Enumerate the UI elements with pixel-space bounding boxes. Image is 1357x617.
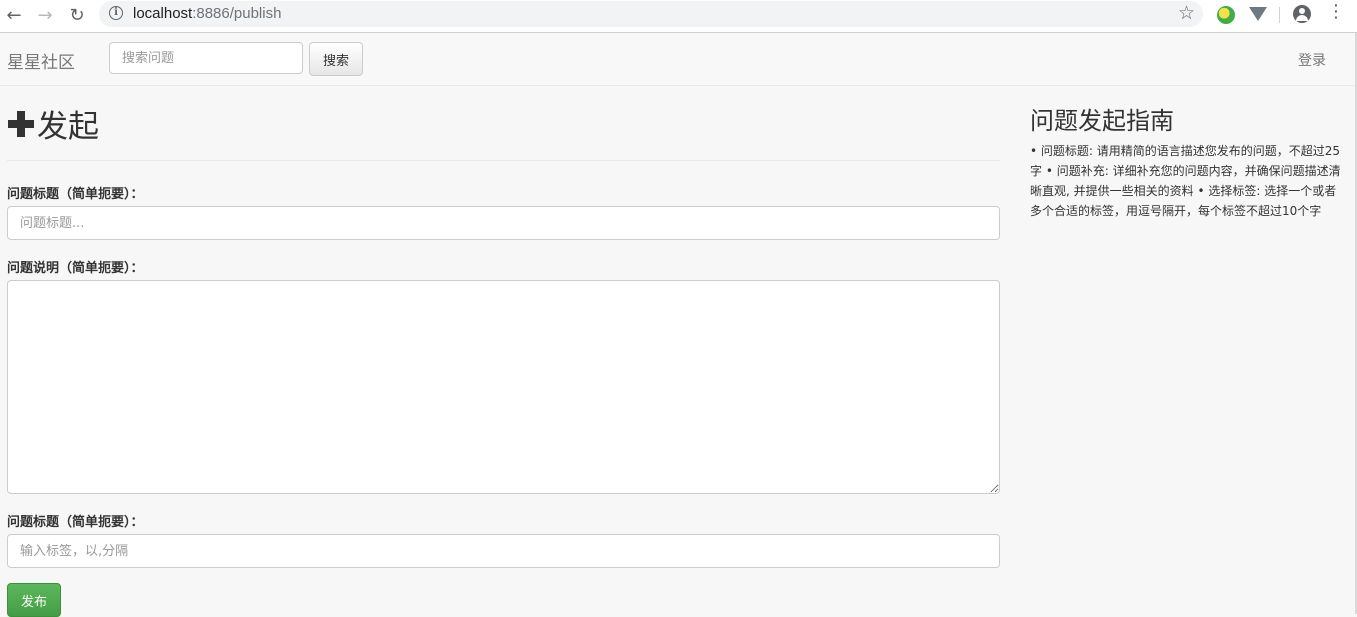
url-host: localhost xyxy=(133,5,193,22)
plus-icon xyxy=(7,110,35,138)
profile-avatar-icon[interactable] xyxy=(1293,5,1311,23)
vue-devtools-icon[interactable] xyxy=(1249,7,1267,21)
title-input[interactable] xyxy=(7,206,1000,240)
description-textarea[interactable] xyxy=(7,280,1000,494)
url-path: :8886/publish xyxy=(192,5,282,22)
tag-field-label: 问题标题（简单扼要）： xyxy=(7,515,144,530)
extension-icon[interactable] xyxy=(1217,6,1235,24)
guide-text: • 问题标题: 请用精简的语言描述您发布的问题，不超过25字 • 问题补充: 详… xyxy=(1030,144,1341,218)
title-field-label: 问题标题（简单扼要）： xyxy=(7,187,144,202)
reload-icon[interactable]: ↻ xyxy=(65,4,89,28)
page-title-text: 发起 xyxy=(37,109,99,145)
login-link[interactable]: 登录 xyxy=(1298,50,1326,70)
tag-input[interactable] xyxy=(7,534,1000,568)
address-bar[interactable]: i localhost:8886/publish ☆ xyxy=(99,1,1203,27)
search-input[interactable] xyxy=(109,42,303,74)
info-icon[interactable]: i xyxy=(109,6,123,20)
description-field-label: 问题说明（简单扼要）： xyxy=(7,261,144,276)
browser-toolbar: ← → ↻ i localhost:8886/publish ☆ ⋮ xyxy=(0,0,1357,33)
back-icon[interactable]: ← xyxy=(2,4,26,28)
toolbar-divider xyxy=(1279,7,1280,23)
page-title: 发起 xyxy=(7,101,99,146)
guide-title: 问题发起指南 xyxy=(1030,107,1174,135)
search-button[interactable]: 搜索 xyxy=(309,42,363,76)
forward-icon[interactable]: → xyxy=(33,4,57,28)
site-navbar: 星星社区 搜索 登录 xyxy=(0,33,1357,86)
url-text[interactable]: localhost:8886/publish xyxy=(133,5,281,22)
publish-button[interactable]: 发布 xyxy=(7,583,61,617)
bookmark-star-icon[interactable]: ☆ xyxy=(1178,2,1195,24)
title-divider xyxy=(7,160,1000,161)
site-brand[interactable]: 星星社区 xyxy=(7,48,75,73)
browser-menu-icon[interactable]: ⋮ xyxy=(1327,3,1345,21)
